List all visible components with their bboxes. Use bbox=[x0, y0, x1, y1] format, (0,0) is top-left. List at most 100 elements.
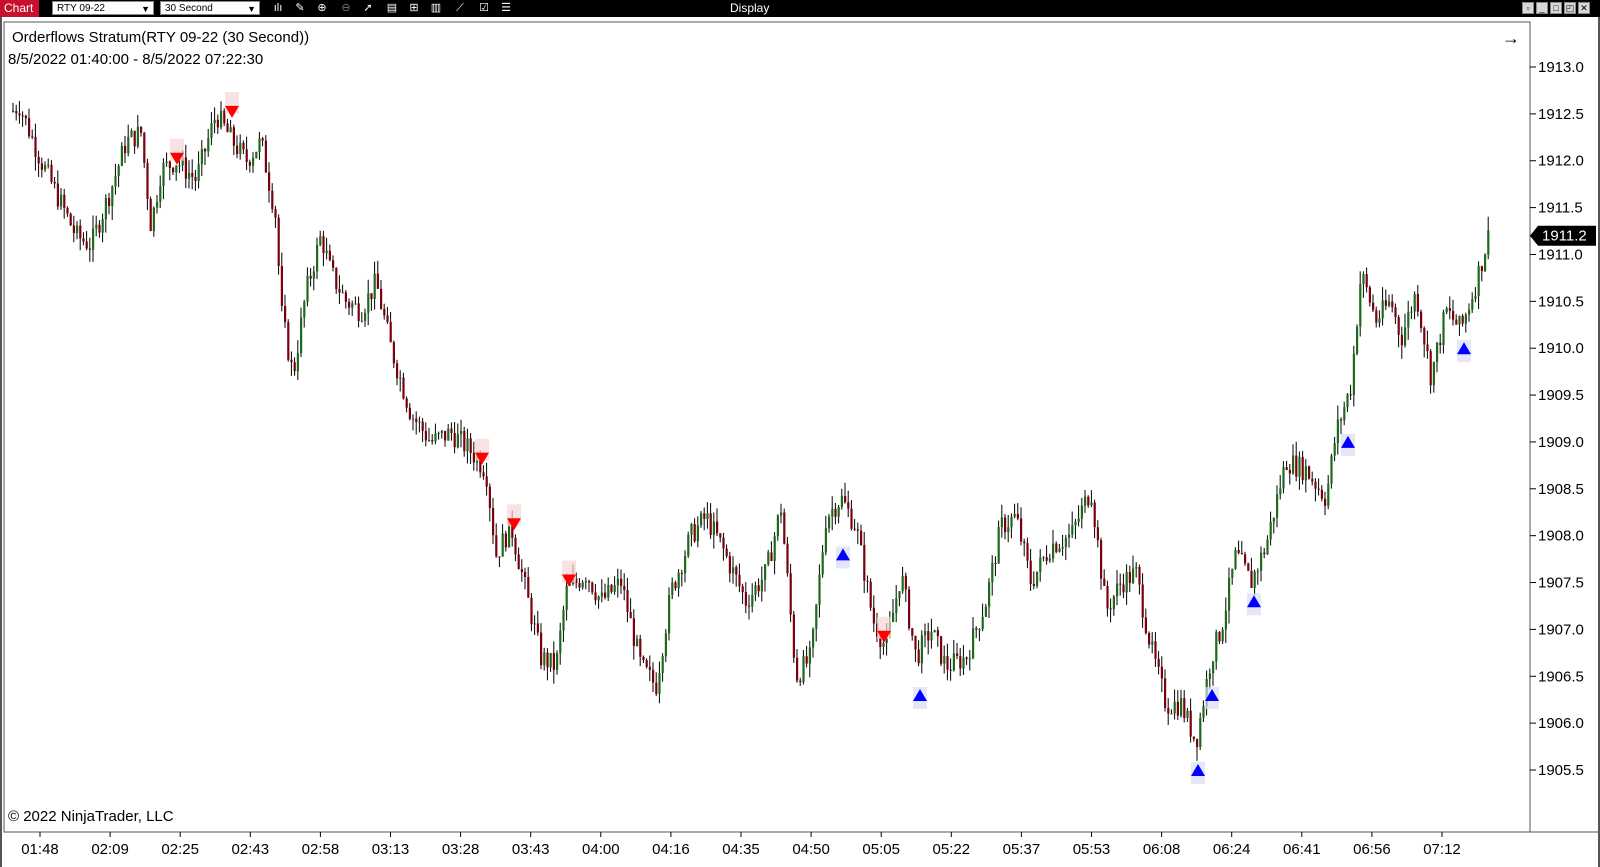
candle-body bbox=[1256, 570, 1259, 572]
price-axis-label: 1909.5 bbox=[1538, 387, 1584, 404]
candle-body bbox=[1138, 567, 1141, 585]
candle-body bbox=[220, 110, 223, 128]
candle-body bbox=[1388, 301, 1391, 306]
pin-icon[interactable]: ◰ bbox=[1564, 2, 1576, 14]
candle-body bbox=[472, 452, 475, 463]
restore-icon[interactable]: ▫ bbox=[1522, 2, 1534, 14]
candle-body bbox=[831, 508, 834, 517]
interval-value: 30 Second bbox=[165, 3, 213, 14]
candle-body bbox=[405, 398, 408, 408]
display-label[interactable]: Display bbox=[730, 0, 769, 17]
candle-body bbox=[184, 157, 187, 179]
candle-body bbox=[1039, 557, 1042, 572]
time-axis-label: 04:50 bbox=[792, 841, 830, 858]
time-axis-label: 02:09 bbox=[91, 841, 129, 858]
candle-body bbox=[1426, 344, 1429, 352]
candle-body bbox=[584, 581, 587, 583]
candle-body bbox=[773, 536, 776, 561]
list-icon[interactable]: ☰ bbox=[498, 1, 514, 16]
candle-body bbox=[165, 161, 168, 164]
candle-body bbox=[191, 172, 194, 177]
candle-body bbox=[1164, 678, 1167, 708]
candle-body bbox=[802, 656, 805, 683]
candle-body bbox=[143, 132, 146, 163]
candle-body bbox=[258, 138, 261, 152]
candle-body bbox=[520, 569, 523, 573]
candle-body bbox=[632, 618, 635, 646]
candle-body bbox=[354, 303, 357, 305]
candle-body bbox=[959, 656, 962, 669]
close-icon[interactable]: ✕ bbox=[1578, 2, 1590, 14]
candle-body bbox=[434, 433, 437, 442]
candle-body bbox=[1218, 631, 1221, 642]
candle-body bbox=[162, 163, 165, 187]
candle-body bbox=[1394, 307, 1397, 318]
candle-body bbox=[808, 647, 811, 664]
instrument-select[interactable]: RTY 09-22 ▼ bbox=[52, 1, 154, 15]
candle-body bbox=[706, 513, 709, 519]
candle-body bbox=[1048, 558, 1051, 561]
strategies-icon[interactable]: ⟋ bbox=[452, 1, 468, 16]
draw-icon[interactable]: ✎ bbox=[292, 1, 308, 16]
arrow-right-icon[interactable]: → bbox=[1502, 28, 1520, 49]
price-chart[interactable]: 1913.0 1912.5 1912.0 1911.5 1911.0 1910.5 1910… bbox=[0, 17, 1600, 867]
chart-tab[interactable]: Chart bbox=[0, 0, 40, 17]
chevron-down-icon: ▼ bbox=[247, 4, 256, 14]
candle-body bbox=[914, 635, 917, 650]
candle-body bbox=[748, 605, 751, 607]
properties-icon[interactable]: ▤ bbox=[384, 1, 400, 16]
candle-body bbox=[1327, 483, 1330, 506]
candle-body bbox=[642, 656, 645, 661]
candle-body bbox=[1432, 362, 1435, 386]
candle-body bbox=[392, 342, 395, 364]
candle-body bbox=[1343, 407, 1346, 421]
candle-body bbox=[447, 428, 450, 441]
template-icon[interactable]: ⊞ bbox=[406, 1, 422, 16]
minimize-icon[interactable]: _ bbox=[1536, 2, 1548, 14]
candle-body bbox=[524, 572, 527, 578]
candle-body bbox=[1231, 568, 1234, 578]
candle-body bbox=[386, 315, 389, 322]
candle-body bbox=[312, 271, 315, 279]
maximize-icon[interactable]: □ bbox=[1550, 2, 1562, 14]
zoom-out-icon[interactable]: ⊖ bbox=[338, 1, 354, 16]
candle-body bbox=[1084, 496, 1087, 506]
interval-select[interactable]: 30 Second ▼ bbox=[160, 1, 260, 15]
candle-body bbox=[978, 629, 981, 631]
candle-body bbox=[1080, 505, 1083, 519]
candle-body bbox=[271, 190, 274, 210]
candle-body bbox=[898, 591, 901, 599]
data-box-icon[interactable]: ☑ bbox=[476, 1, 492, 16]
candle-body bbox=[613, 585, 616, 592]
candle-body bbox=[396, 363, 399, 379]
candle-body bbox=[364, 312, 367, 321]
candle-body bbox=[581, 582, 584, 588]
candle-body bbox=[1464, 314, 1467, 324]
time-axis-label: 04:16 bbox=[652, 841, 690, 858]
indicators-icon[interactable]: ▥ bbox=[428, 1, 444, 16]
chevron-down-icon: ▼ bbox=[141, 4, 150, 14]
price-axis-label: 1908.0 bbox=[1538, 528, 1584, 545]
candle-body bbox=[872, 607, 875, 624]
bar-type-icon[interactable]: ılı bbox=[270, 1, 286, 16]
candle-body bbox=[1199, 717, 1202, 748]
candle-body bbox=[556, 653, 559, 670]
candle-body bbox=[210, 123, 213, 139]
candle-body bbox=[207, 138, 210, 152]
zoom-in-icon[interactable]: ⊕ bbox=[314, 1, 330, 16]
candle-body bbox=[1074, 521, 1077, 526]
candle-body bbox=[200, 148, 203, 165]
candle-body bbox=[719, 533, 722, 538]
candle-body bbox=[1429, 351, 1432, 386]
candle-body bbox=[136, 126, 139, 147]
candle-body bbox=[47, 164, 50, 166]
candle-body bbox=[402, 377, 405, 399]
candle-body bbox=[1103, 578, 1106, 586]
pointer-icon[interactable]: ➚ bbox=[360, 1, 376, 16]
candle-body bbox=[482, 472, 485, 477]
candle-body bbox=[1180, 698, 1183, 716]
candle-body bbox=[1359, 284, 1362, 327]
candle-body bbox=[703, 513, 706, 519]
candle-body bbox=[924, 631, 927, 636]
candle-body bbox=[18, 113, 21, 116]
